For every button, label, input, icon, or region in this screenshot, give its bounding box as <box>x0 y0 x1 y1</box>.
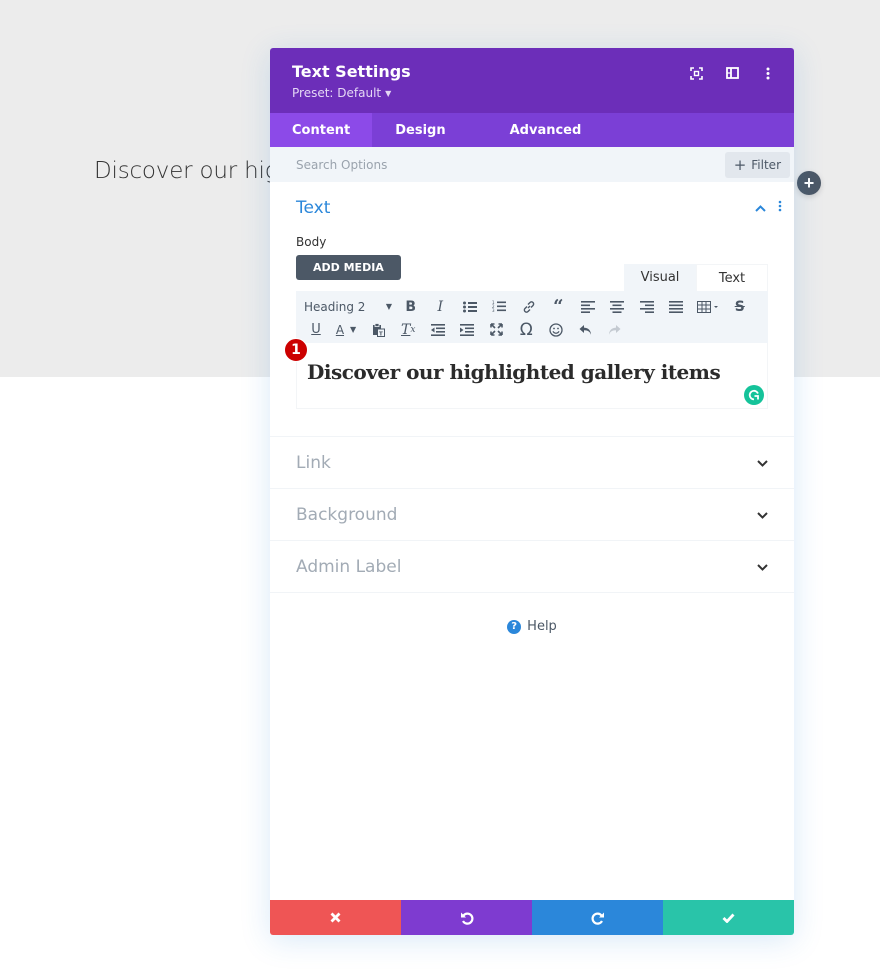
plus-icon: + <box>803 173 815 193</box>
align-left-icon[interactable] <box>573 296 603 318</box>
chevron-down-icon <box>757 558 768 576</box>
add-media-button[interactable]: ADD MEDIA <box>296 255 401 280</box>
caret-down-icon: ▼ <box>385 88 392 98</box>
plus-icon: + <box>733 155 747 174</box>
text-color-icon[interactable]: A ▼ <box>328 319 364 341</box>
bold-icon[interactable]: B <box>396 296 426 318</box>
background-section[interactable]: Background <box>270 489 794 541</box>
more-options-icon[interactable] <box>760 65 776 81</box>
align-justify-icon[interactable] <box>662 296 692 318</box>
help-question-icon: ? <box>507 619 522 634</box>
split-view-icon[interactable] <box>724 65 740 81</box>
undo-button[interactable] <box>401 900 532 935</box>
text-settings-modal: Text Settings Preset: Default ▼ Content … <box>270 48 794 935</box>
chevron-down-icon <box>757 454 768 472</box>
undo-icon[interactable] <box>571 319 601 341</box>
step-badge: 1 <box>284 338 308 362</box>
focus-mode-icon[interactable] <box>688 65 704 81</box>
special-character-icon[interactable]: Ω <box>512 319 542 341</box>
format-select-value: Heading 2 <box>304 299 366 314</box>
editor-mode-tabs: Visual Text <box>624 264 768 291</box>
grammarly-icon[interactable] <box>744 385 764 405</box>
search-bar: + Filter <box>270 147 794 182</box>
tab-advanced[interactable]: Advanced <box>488 113 604 147</box>
add-module-button[interactable]: + <box>797 171 821 195</box>
redo-button[interactable] <box>532 900 663 935</box>
table-icon[interactable] <box>691 296 725 318</box>
emoji-icon[interactable] <box>541 319 571 341</box>
visual-editor-area[interactable]: Discover our highlighted gallery items <box>296 343 768 409</box>
editor-heading-content[interactable]: Discover our highlighted gallery items <box>307 360 721 384</box>
filter-button[interactable]: + Filter <box>724 151 790 178</box>
tab-design[interactable]: Design <box>372 113 487 147</box>
caret-down-icon: ▼ <box>385 302 392 311</box>
indent-icon[interactable] <box>453 319 483 341</box>
bullet-list-icon[interactable] <box>455 296 485 318</box>
tab-content[interactable]: Content <box>270 113 373 147</box>
admin-label-section-title: Admin Label <box>296 556 402 577</box>
underline-icon[interactable]: U <box>304 319 328 341</box>
format-select[interactable]: Heading 2 ▼ <box>304 300 396 314</box>
svg-text:T: T <box>379 331 383 337</box>
numbered-list-icon[interactable]: 123 <box>485 296 515 318</box>
text-section-title[interactable]: Text <box>296 198 330 218</box>
link-icon[interactable] <box>514 296 544 318</box>
text-section: Text Body ADD MEDIA Visual Text Heading … <box>270 182 794 437</box>
chevron-down-icon <box>757 506 768 524</box>
redo-icon <box>591 912 604 925</box>
italic-icon[interactable]: I <box>426 296 456 318</box>
save-button[interactable] <box>663 900 794 935</box>
align-right-icon[interactable] <box>632 296 662 318</box>
clear-formatting-icon[interactable]: Tx <box>394 319 424 341</box>
undo-icon <box>460 912 473 925</box>
section-menu-icon[interactable] <box>778 199 782 217</box>
tab-visual[interactable]: Visual <box>624 264 696 291</box>
strikethrough-icon[interactable]: S <box>725 296 755 318</box>
link-section-title: Link <box>296 452 331 473</box>
link-section[interactable]: Link <box>270 437 794 489</box>
tab-text[interactable]: Text <box>696 264 768 291</box>
fullscreen-icon[interactable] <box>482 319 512 341</box>
modal-footer <box>270 900 794 935</box>
preset-dropdown[interactable]: Preset: Default ▼ <box>292 86 391 100</box>
align-center-icon[interactable] <box>603 296 633 318</box>
editor-toolbar: Heading 2 ▼ B I 123 “ S U A ▼ T T x Ω <box>296 291 768 343</box>
cancel-button[interactable] <box>270 900 401 935</box>
background-section-title: Background <box>296 504 398 525</box>
svg-text:3: 3 <box>492 308 495 313</box>
outdent-icon[interactable] <box>423 319 453 341</box>
help-link[interactable]: ? Help <box>270 619 794 634</box>
paste-as-text-icon[interactable]: T <box>364 319 394 341</box>
redo-icon[interactable] <box>600 319 630 341</box>
close-icon <box>330 912 341 923</box>
modal-header: Text Settings Preset: Default ▼ <box>270 48 794 113</box>
blockquote-icon[interactable]: “ <box>544 296 574 318</box>
admin-label-section[interactable]: Admin Label <box>270 541 794 593</box>
preset-label: Preset: Default <box>292 86 382 100</box>
search-options-input[interactable] <box>296 157 596 172</box>
body-label: Body <box>296 235 327 249</box>
check-icon <box>722 913 735 923</box>
chevron-up-icon[interactable] <box>755 199 766 217</box>
settings-tabs: Content Design Advanced <box>270 113 794 147</box>
filter-label: Filter <box>751 157 781 172</box>
help-label: Help <box>527 619 557 634</box>
